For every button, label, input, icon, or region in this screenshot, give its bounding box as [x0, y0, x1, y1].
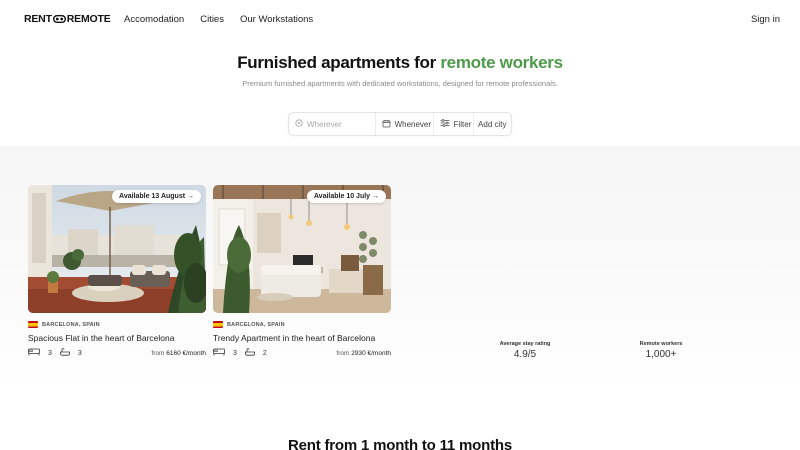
add-city-button[interactable]: Add city	[474, 113, 511, 135]
where-segment[interactable]	[289, 113, 376, 135]
stat-label: Average stay rating	[499, 341, 551, 347]
bath-count: 2	[262, 349, 267, 357]
section-title: Rent from 1 month to 11 months	[287, 437, 512, 450]
hero-subtitle: Premium furnished apartments with dedica…	[242, 79, 558, 88]
spain-flag-icon	[28, 321, 38, 328]
brand-right: REMOTE	[66, 13, 111, 25]
listing-card[interactable]: Available 13 August → BARCELONA, SPAIN S…	[28, 185, 206, 358]
listing-photo-terrace[interactable]: Available 13 August →	[28, 185, 206, 313]
listing-amenities: 3 2	[213, 348, 272, 358]
sliders-icon	[440, 119, 450, 129]
bath-icon	[245, 348, 255, 358]
location-pin-icon	[295, 119, 303, 129]
listing-meta: 3 2 from 2930 €/month	[213, 348, 391, 358]
top-nav: RENT REMOTE Accomodation Cities Our Work…	[0, 0, 800, 40]
stat-label: Remote workers	[639, 341, 683, 347]
stat-remote-workers: Remote workers 1,000+	[621, 341, 701, 360]
stat-value: 1,000+	[645, 349, 677, 360]
listing-price: from 6160 €/month	[151, 350, 206, 357]
nav-link-accomodation[interactable]: Accomodation	[124, 14, 184, 25]
bed-count: 3	[233, 349, 237, 357]
when-label: Whenever	[394, 119, 432, 129]
listing-location: BARCELONA, SPAIN	[213, 321, 391, 328]
availability-badge[interactable]: Available 13 August →	[112, 190, 201, 203]
sign-in-link[interactable]: Sign in	[751, 14, 780, 25]
stat-average-rating: Average stay rating 4.9/5	[484, 341, 566, 360]
bed-icon	[28, 348, 40, 358]
listing-photo-living-room[interactable]: Available 10 July →	[213, 185, 391, 313]
logo-mark-icon	[52, 15, 66, 23]
where-input[interactable]	[307, 119, 367, 129]
hero-title: Furnished apartments for remote workers	[0, 53, 800, 73]
listing-title[interactable]: Trendy Apartment in the heart of Barcelo…	[213, 333, 391, 343]
listing-location-text: BARCELONA, SPAIN	[227, 321, 285, 328]
hero-title-prefix: Furnished apartments for	[237, 53, 441, 72]
bed-icon	[213, 348, 225, 358]
listing-location-text: BARCELONA, SPAIN	[42, 321, 100, 328]
calendar-icon	[382, 119, 391, 130]
availability-badge[interactable]: Available 10 July →	[306, 190, 386, 203]
price-prefix: from	[151, 349, 167, 357]
listing-card[interactable]: Available 10 July → BARCELONA, SPAIN Tre…	[213, 185, 391, 358]
listing-amenities: 3 3	[28, 348, 87, 358]
brand-logo[interactable]: RENT REMOTE	[24, 13, 111, 25]
price-prefix: from	[336, 349, 352, 357]
bed-count: 3	[48, 349, 52, 357]
bath-count: 3	[77, 349, 82, 357]
filter-label: Filter	[453, 119, 472, 129]
search-bar: Whenever Filter Add city	[288, 112, 512, 136]
listing-title[interactable]: Spacious Flat in the heart of Barcelona	[28, 333, 206, 343]
nav-link-cities[interactable]: Cities	[200, 14, 224, 25]
nav-links: Accomodation Cities Our Workstations	[124, 14, 313, 25]
listing-meta: 3 3 from 6160 €/month	[28, 348, 206, 358]
spain-flag-icon	[213, 321, 223, 328]
listing-price: from 2930 €/month	[336, 350, 391, 357]
filter-button[interactable]: Filter	[434, 113, 474, 135]
bath-icon	[60, 348, 70, 358]
when-segment[interactable]: Whenever	[376, 113, 434, 135]
price-value: 6160 €/month	[166, 349, 206, 357]
brand-left: RENT	[24, 13, 52, 25]
price-value: 2930 €/month	[351, 349, 391, 357]
hero-title-accent: remote workers	[440, 53, 563, 72]
nav-link-workstations[interactable]: Our Workstations	[240, 14, 313, 25]
stat-value: 4.9/5	[513, 349, 537, 360]
listing-location: BARCELONA, SPAIN	[28, 321, 206, 328]
